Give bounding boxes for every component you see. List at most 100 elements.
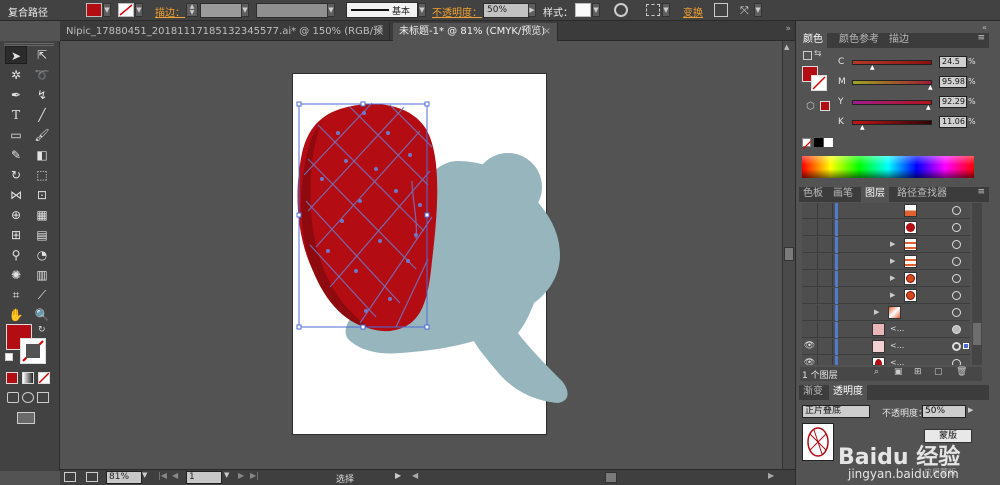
screen-mode-icon[interactable]: [17, 412, 35, 424]
visibility-toggle[interactable]: [802, 322, 818, 338]
target-circle[interactable]: [952, 359, 961, 365]
value-k[interactable]: 11.06: [939, 116, 967, 128]
stroke-weight-dropdown[interactable]: ▼: [241, 3, 249, 17]
stroke-color-swatch[interactable]: [118, 3, 134, 17]
tab-swatches[interactable]: 色板: [799, 187, 827, 202]
artboard-nav-icon[interactable]: [64, 472, 76, 482]
recolor-artwork-icon[interactable]: [614, 3, 628, 17]
variable-width-dropdown[interactable]: ▼: [327, 3, 335, 17]
target-circle[interactable]: [952, 291, 961, 300]
last-artboard-icon[interactable]: ▶|: [250, 471, 259, 480]
clipping-mask-icon[interactable]: ▣: [894, 367, 903, 377]
next-artboard-icon[interactable]: ▶: [238, 471, 244, 480]
lock-toggle[interactable]: [819, 237, 833, 253]
variable-width-field[interactable]: [256, 3, 328, 18]
visibility-toggle[interactable]: [802, 288, 818, 304]
slider-m[interactable]: [852, 80, 932, 85]
previous-artboard-icon[interactable]: ◀: [172, 471, 178, 480]
layer-row[interactable]: <...: [802, 322, 970, 338]
magic-wand-tool-icon[interactable]: ✲: [5, 66, 27, 84]
visibility-toggle[interactable]: [802, 203, 818, 219]
transparency-opacity-field[interactable]: 50%: [922, 405, 966, 418]
direct-selection-tool-icon[interactable]: ⇱: [31, 46, 53, 64]
target-circle[interactable]: [952, 223, 961, 232]
artboard-tool-icon[interactable]: ⌗: [5, 286, 27, 304]
lasso-tool-icon[interactable]: ➰: [31, 66, 53, 84]
tab-gradient[interactable]: 渐变: [799, 385, 827, 400]
width-tool-icon[interactable]: ⋈: [5, 186, 27, 204]
slider-y[interactable]: [852, 100, 932, 105]
canvas-area[interactable]: [60, 41, 782, 469]
layers-scrollbar[interactable]: [972, 203, 982, 365]
lock-toggle[interactable]: [819, 220, 833, 236]
fill-dropdown[interactable]: ▼: [103, 3, 111, 17]
transform-link[interactable]: 变换: [683, 4, 703, 19]
pencil-tool-icon[interactable]: ✎: [5, 146, 27, 164]
line-tool-icon[interactable]: ╱: [31, 106, 53, 124]
zoom-tool-icon[interactable]: 🔍: [31, 306, 53, 324]
expand-triangle-icon[interactable]: ▶: [874, 308, 879, 316]
layer-row[interactable]: ▶: [802, 271, 970, 287]
locate-object-icon[interactable]: ⌕: [874, 367, 879, 377]
stroke-dropdown[interactable]: ▼: [135, 3, 143, 17]
tab-pathfinder[interactable]: 路径查找器: [893, 187, 951, 202]
visibility-toggle[interactable]: [802, 254, 818, 270]
target-circle[interactable]: [952, 257, 961, 266]
draw-behind-icon[interactable]: [22, 392, 34, 403]
swap-colors-icon[interactable]: ⇆: [814, 49, 822, 59]
selection-tool-icon[interactable]: ➤: [5, 46, 27, 64]
value-y[interactable]: 92.29: [939, 96, 967, 108]
free-transform-tool-icon[interactable]: ⊡: [31, 186, 53, 204]
expand-triangle-icon[interactable]: ▶: [890, 291, 895, 299]
shape-builder-tool-icon[interactable]: ⊕: [5, 206, 27, 224]
none-swatch[interactable]: [802, 138, 812, 150]
lock-toggle[interactable]: [819, 203, 833, 219]
stroke-swatch[interactable]: [811, 75, 827, 91]
opacity-label[interactable]: 不透明度：: [432, 4, 482, 19]
zoom-dropdown-icon[interactable]: ▼: [142, 471, 147, 479]
artwork[interactable]: [60, 41, 782, 469]
gradient-tool-icon[interactable]: ▤: [31, 226, 53, 244]
layer-row[interactable]: ▶: [802, 254, 970, 270]
out-of-gamut-icon[interactable]: ⬡: [806, 101, 815, 112]
scroll-left-icon[interactable]: ◀: [412, 471, 418, 480]
expand-triangle-icon[interactable]: ▶: [890, 257, 895, 265]
tab-layers[interactable]: 图层: [861, 187, 889, 202]
artboard-dropdown-icon[interactable]: ▼: [224, 471, 229, 479]
status-menu-icon[interactable]: ▶: [395, 471, 401, 480]
black-swatch[interactable]: [814, 138, 823, 147]
tab-stroke[interactable]: 描边: [885, 33, 913, 48]
stroke-weight-stepper[interactable]: ▲ ▼: [186, 3, 198, 17]
share-icon[interactable]: [86, 472, 98, 482]
fill-color-swatch[interactable]: [86, 3, 102, 17]
lock-toggle[interactable]: [819, 356, 833, 365]
mesh-tool-icon[interactable]: ⊞: [5, 226, 27, 244]
layer-row[interactable]: [802, 203, 970, 219]
value-c[interactable]: 24.5: [939, 56, 967, 68]
slider-k-thumb[interactable]: ▲: [860, 124, 865, 131]
visibility-toggle[interactable]: [802, 305, 818, 321]
opacity-slider-icon[interactable]: ▶: [968, 406, 973, 414]
perspective-grid-tool-icon[interactable]: ▦: [31, 206, 53, 224]
close-icon[interactable]: ×: [375, 23, 383, 40]
swap-fill-stroke-icon[interactable]: ↻: [38, 325, 46, 335]
eyedropper-tool-icon[interactable]: ⚲: [5, 246, 27, 264]
graphic-style-dropdown[interactable]: ▼: [592, 3, 600, 17]
layers-scroll-thumb[interactable]: [973, 323, 981, 345]
scroll-up-icon[interactable]: ▲: [784, 43, 789, 51]
blend-tool-icon[interactable]: ◔: [31, 246, 53, 264]
scale-tool-icon[interactable]: ⬚: [31, 166, 53, 184]
tab-overflow-icon[interactable]: »: [785, 24, 791, 34]
object-thumbnail[interactable]: [802, 423, 834, 461]
tab-transparency[interactable]: 透明度: [829, 385, 867, 400]
target-circle[interactable]: [952, 308, 961, 317]
expand-triangle-icon[interactable]: ▶: [890, 274, 895, 282]
rectangle-tool-icon[interactable]: ▭: [5, 126, 27, 144]
first-artboard-icon[interactable]: |◀: [158, 471, 167, 480]
close-icon[interactable]: ×: [543, 23, 551, 40]
value-m[interactable]: 95.98: [939, 76, 967, 88]
expand-triangle-icon[interactable]: ▶: [890, 240, 895, 248]
isolate-group-icon[interactable]: [714, 3, 728, 17]
tab-untitled-document[interactable]: 未标题-1* @ 81% (CMYK/预览) ×: [393, 23, 558, 41]
symbol-sprayer-tool-icon[interactable]: ✺: [5, 266, 27, 284]
